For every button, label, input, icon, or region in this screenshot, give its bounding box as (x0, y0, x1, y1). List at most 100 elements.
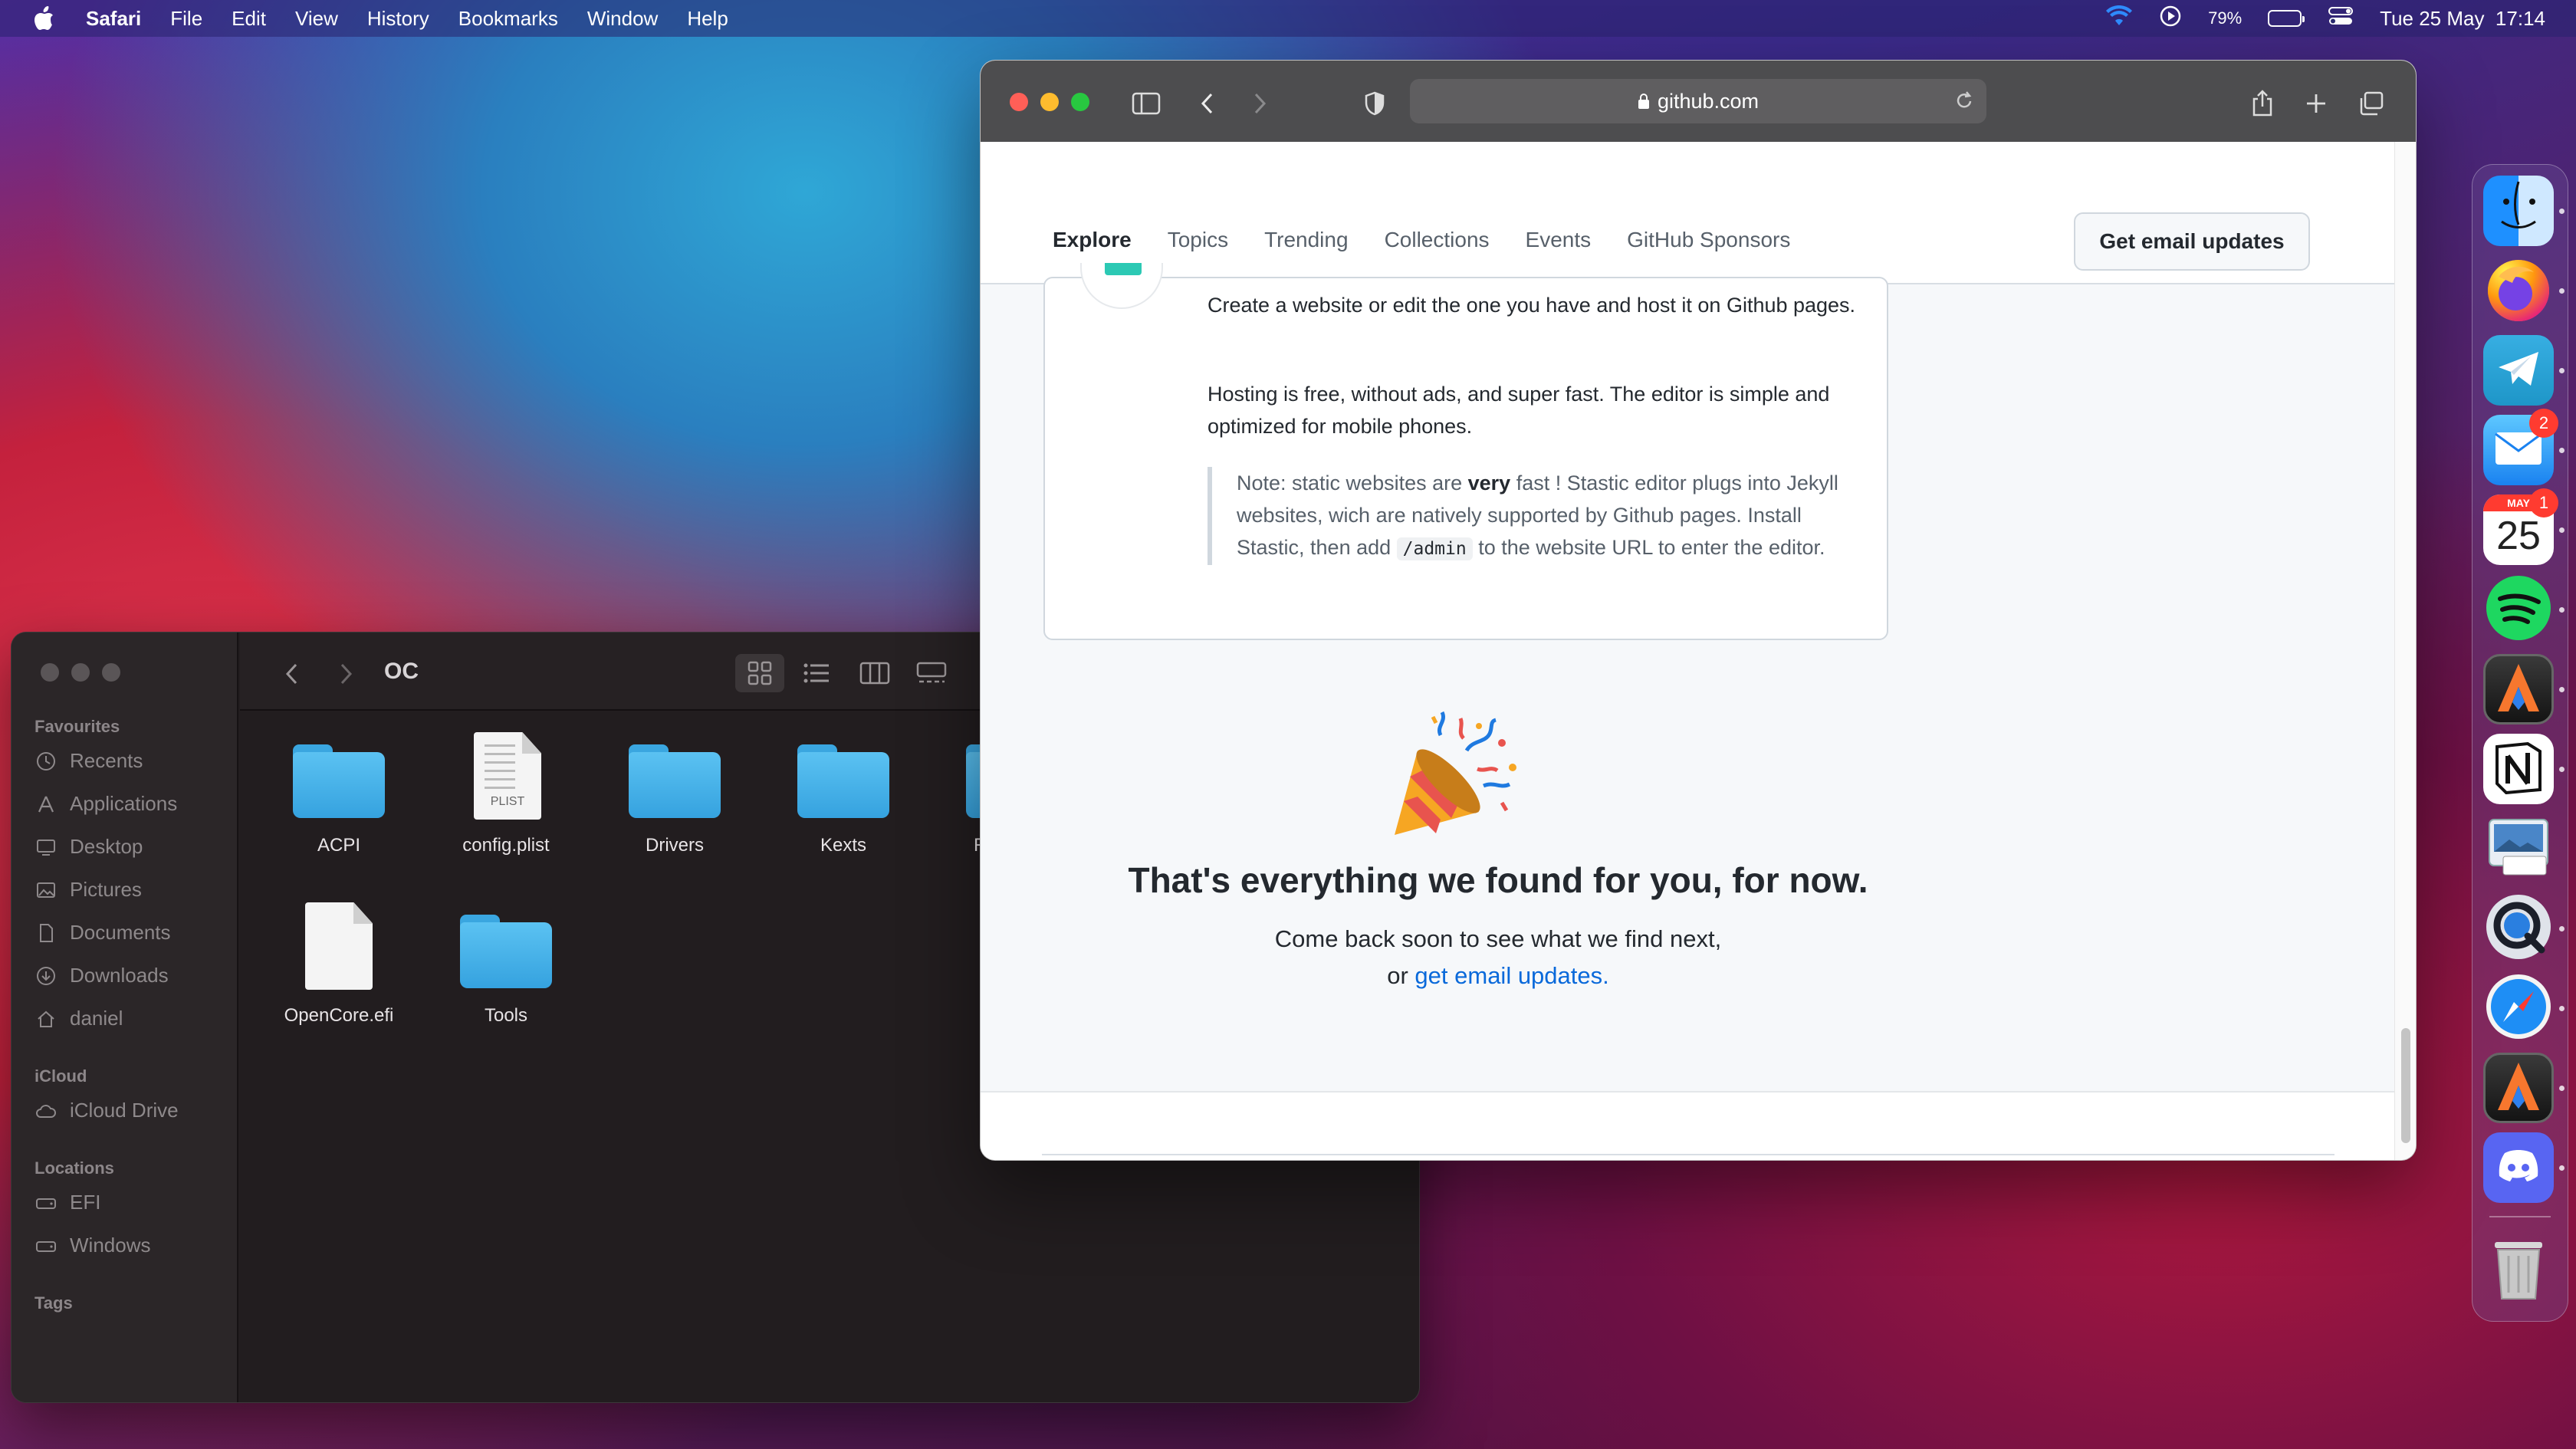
notion-icon (2492, 741, 2545, 798)
dock-safari[interactable] (2483, 973, 2554, 1043)
folder-icon (797, 744, 889, 818)
list-view-button[interactable] (792, 654, 841, 692)
alacritty-icon (2492, 1060, 2545, 1117)
sidebar-item-label: iCloud Drive (70, 1099, 179, 1122)
dock-firefox[interactable] (2483, 255, 2554, 326)
get-email-updates-link[interactable]: get email updates. (1414, 962, 1608, 989)
dock-quicktime[interactable] (2483, 893, 2554, 964)
dock-discord[interactable] (2483, 1132, 2554, 1203)
dock-trash[interactable] (2483, 1235, 2554, 1306)
address-bar[interactable]: github.com (1410, 79, 1986, 123)
finder-sidebar: Favourites Recents Applications Desktop … (12, 632, 238, 1402)
menu-history[interactable]: History (367, 7, 429, 31)
firefox-icon (2483, 255, 2554, 326)
dock-alacritty[interactable] (2483, 654, 2554, 724)
back-button[interactable] (277, 659, 307, 689)
page-scrollbar[interactable] (2394, 142, 2416, 1160)
back-icon[interactable] (1189, 87, 1226, 120)
dock-spotify[interactable] (2483, 574, 2554, 645)
wifi-icon[interactable] (2105, 5, 2133, 32)
github-explore-nav: Explore Topics Trending Collections Even… (981, 142, 2396, 284)
sidebar-item-label: daniel (70, 1007, 123, 1030)
sidebar-item-icloud-drive[interactable]: iCloud Drive (34, 1099, 179, 1122)
menu-edit[interactable]: Edit (232, 7, 266, 31)
sidebar-item-recents[interactable]: Recents (34, 749, 143, 773)
tab-github-sponsors[interactable]: GitHub Sponsors (1627, 142, 1790, 252)
preview-icon (2483, 813, 2554, 884)
scrollbar-thumb[interactable] (2401, 1028, 2410, 1143)
forward-button[interactable] (330, 659, 361, 689)
file-item-opencore-efi[interactable]: OpenCore.efi (262, 901, 416, 1039)
menu-view[interactable]: View (295, 7, 338, 31)
tab-explore[interactable]: Explore (1053, 142, 1132, 281)
tab-collections[interactable]: Collections (1385, 142, 1490, 252)
sidebar-item-applications[interactable]: Applications (34, 792, 177, 816)
tab-events[interactable]: Events (1526, 142, 1592, 252)
sidebar-item-label: Desktop (70, 835, 143, 858)
zoom-button[interactable] (102, 663, 120, 682)
sidebar-item-downloads[interactable]: Downloads (34, 964, 169, 987)
minimize-button[interactable] (71, 663, 90, 682)
dock-alacritty-2[interactable] (2483, 1053, 2554, 1123)
file-name: OpenCore.efi (284, 1005, 394, 1026)
close-button[interactable] (41, 663, 59, 682)
menu-clock[interactable]: Tue 25 May 17:14 (2380, 7, 2545, 31)
file-name: Drivers (646, 835, 704, 856)
now-playing-icon[interactable] (2159, 5, 2182, 33)
sidebar-item-documents[interactable]: Documents (34, 921, 171, 945)
end-of-feed-prefix: or (1387, 962, 1415, 989)
file-item-drivers[interactable]: Drivers (598, 731, 751, 869)
end-of-feed-line: Come back soon to see what we find next, (1274, 925, 1722, 952)
download-icon (34, 964, 58, 987)
privacy-shield-icon[interactable] (1356, 87, 1393, 120)
sidebar-toggle-icon[interactable] (1128, 87, 1165, 120)
document-icon (34, 922, 58, 945)
share-icon[interactable] (2244, 87, 2281, 120)
new-tab-icon[interactable] (2298, 87, 2334, 120)
menu-app-name[interactable]: Safari (86, 7, 141, 31)
dock-preview[interactable] (2483, 813, 2554, 884)
file-item-config-plist[interactable]: PLIST config.plist (429, 731, 583, 869)
minimize-button[interactable] (1040, 93, 1059, 111)
get-email-updates-button[interactable]: Get email updates (2074, 212, 2310, 271)
menu-file[interactable]: File (170, 7, 202, 31)
file-item-kexts[interactable]: Kexts (767, 731, 920, 869)
file-item-tools[interactable]: Tools (429, 901, 583, 1039)
menu-window[interactable]: Window (587, 7, 658, 31)
file-type-tag: PLIST (490, 795, 525, 808)
gallery-view-button[interactable] (907, 654, 956, 692)
footer-inner-divider (1042, 1154, 2334, 1155)
disk-icon (34, 1234, 58, 1257)
sidebar-item-label: Recents (70, 749, 143, 772)
tab-topics[interactable]: Topics (1168, 142, 1228, 252)
folder-icon (460, 915, 552, 988)
file-item-acpi[interactable]: ACPI (262, 731, 416, 869)
zoom-button[interactable] (1071, 93, 1089, 111)
forward-icon[interactable] (1241, 87, 1278, 120)
safari-toolbar: github.com (981, 61, 2416, 142)
spotify-icon (2483, 574, 2554, 645)
page-footer (981, 1092, 2396, 1160)
sidebar-item-desktop[interactable]: Desktop (34, 835, 143, 859)
sidebar-item-windows[interactable]: Windows (34, 1234, 150, 1257)
tab-overview-icon[interactable] (2353, 87, 2390, 120)
close-button[interactable] (1010, 93, 1028, 111)
menu-bookmarks[interactable]: Bookmarks (458, 7, 558, 31)
dock-notion[interactable] (2483, 734, 2554, 804)
icon-view-button[interactable] (735, 654, 784, 692)
sidebar-item-efi[interactable]: EFI (34, 1191, 100, 1214)
apple-menu-icon[interactable] (32, 5, 55, 31)
dock-telegram[interactable] (2483, 335, 2554, 406)
column-view-button[interactable] (850, 654, 899, 692)
control-center-icon[interactable] (2328, 5, 2354, 32)
sidebar-item-home[interactable]: daniel (34, 1007, 123, 1030)
sidebar-item-pictures[interactable]: Pictures (34, 878, 142, 902)
file-name: config.plist (462, 835, 550, 856)
menu-help[interactable]: Help (687, 7, 728, 31)
dock-finder[interactable] (2483, 176, 2554, 246)
tab-trending[interactable]: Trending (1264, 142, 1348, 252)
battery-icon[interactable] (2268, 10, 2305, 27)
repo-avatar[interactable] (1080, 263, 1163, 309)
home-icon (34, 1007, 58, 1030)
reload-icon[interactable] (1954, 90, 1974, 111)
